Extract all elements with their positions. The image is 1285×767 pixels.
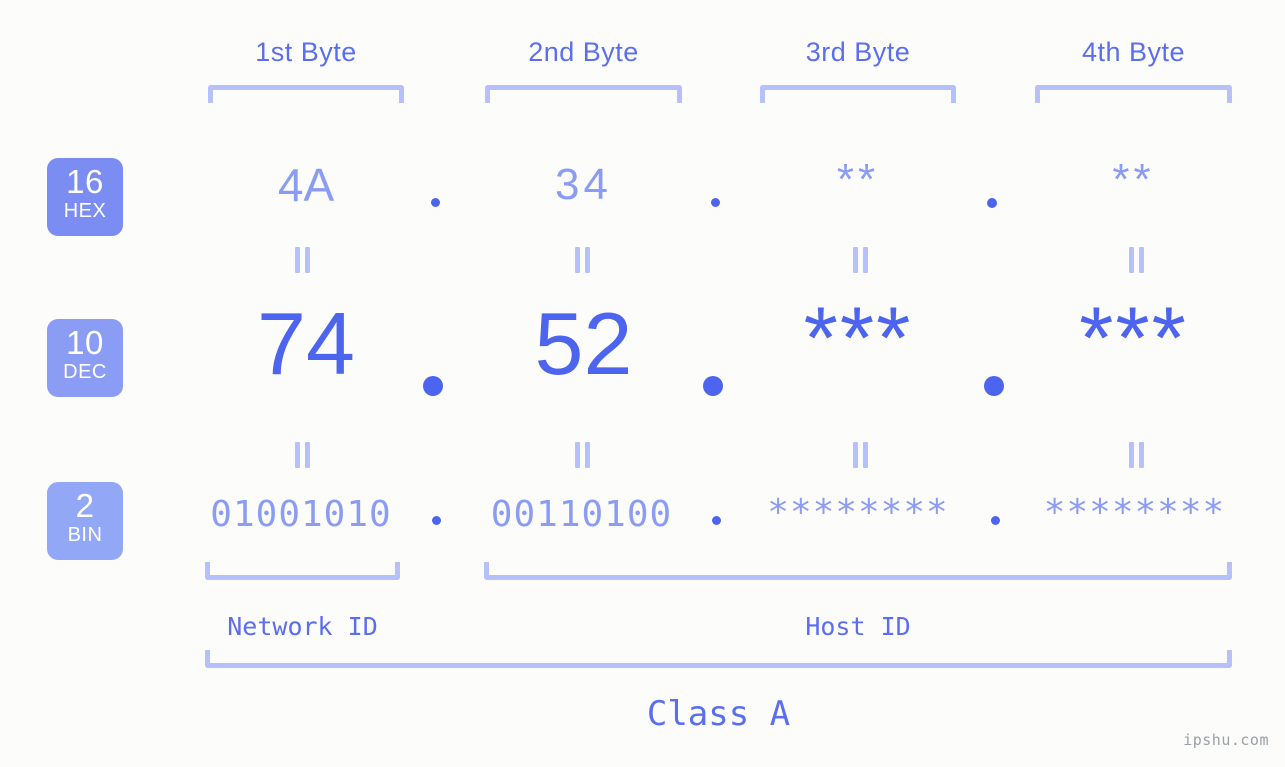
byte-bracket-3: [760, 85, 956, 103]
equals-icon-hex-dec-4: [1125, 247, 1147, 273]
equals-icon-dec-bin-1: [291, 442, 313, 468]
bin-byte-3: ********: [767, 492, 949, 533]
bin-byte-4: ********: [1043, 492, 1226, 533]
base-badge-dec-name: DEC: [63, 361, 107, 383]
class-bracket: [205, 650, 1232, 668]
bin-dot-separator-2: [712, 516, 721, 525]
bin-dot-separator-3: [991, 516, 1000, 525]
base-badge-hex-number: 16: [66, 163, 104, 200]
base-badge-dec: 10 DEC: [47, 319, 123, 397]
host-id-label: Host ID: [805, 612, 911, 641]
dec-byte-2: 52: [534, 294, 633, 393]
network-id-bracket: [205, 562, 400, 580]
bin-byte-2: 00110100: [490, 494, 673, 535]
byte-header-3: 3rd Byte: [805, 37, 911, 67]
dec-dot-separator-3: [984, 376, 1004, 396]
base-badge-bin-name: BIN: [67, 524, 103, 546]
equals-icon-dec-bin-4: [1125, 442, 1147, 468]
hex-byte-1: 4A: [277, 159, 335, 211]
byte-bracket-1: [208, 85, 404, 103]
ip-address-breakdown-diagram: 1st Byte 2nd Byte 3rd Byte 4th Byte 16 H…: [0, 0, 1285, 767]
equals-icon-hex-dec-2: [571, 247, 593, 273]
dec-byte-4: ***: [1079, 288, 1188, 387]
equals-icon-dec-bin-2: [571, 442, 593, 468]
bin-dot-separator-1: [432, 516, 441, 525]
base-badge-hex: 16 HEX: [47, 158, 123, 236]
hex-dot-separator-1: [431, 198, 440, 207]
byte-bracket-2: [485, 85, 682, 103]
hex-dot-separator-3: [987, 198, 997, 208]
dec-dot-separator-2: [703, 376, 723, 396]
equals-icon-hex-dec-3: [849, 247, 871, 273]
dec-dot-separator-1: [423, 376, 443, 396]
base-badge-bin-number: 2: [75, 487, 95, 524]
watermark: ipshu.com: [1183, 731, 1269, 749]
equals-icon-dec-bin-3: [849, 442, 871, 468]
byte-bracket-4: [1035, 85, 1232, 103]
byte-header-1: 1st Byte: [255, 37, 357, 67]
hex-byte-4: **: [1112, 155, 1155, 204]
byte-header-2: 2nd Byte: [528, 37, 639, 67]
equals-icon-hex-dec-1: [291, 247, 313, 273]
hex-byte-3: **: [836, 155, 880, 204]
base-badge-dec-number: 10: [66, 324, 104, 361]
hex-byte-2: 34: [555, 160, 612, 209]
host-id-bracket: [484, 562, 1232, 580]
class-label: Class A: [646, 694, 791, 734]
dec-byte-3: ***: [803, 288, 913, 387]
bin-byte-1: 01001010: [210, 494, 392, 535]
network-id-label: Network ID: [227, 612, 378, 641]
base-badge-hex-name: HEX: [63, 200, 107, 222]
base-badge-bin: 2 BIN: [47, 482, 123, 560]
dec-byte-1: 74: [257, 294, 355, 393]
hex-dot-separator-2: [711, 198, 720, 207]
byte-header-4: 4th Byte: [1081, 37, 1186, 67]
